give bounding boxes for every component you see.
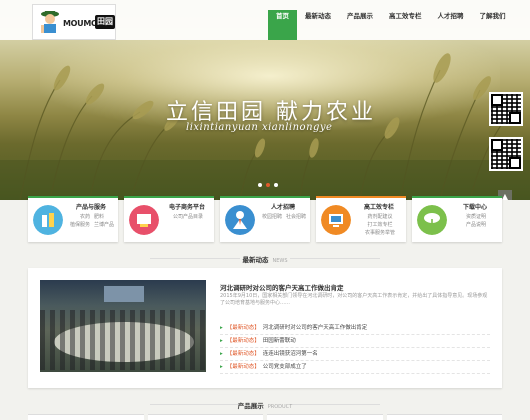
service-title: 高工效专栏 xyxy=(363,204,394,211)
service-link[interactable]: 产品说明 xyxy=(466,221,486,229)
list-item[interactable]: ▸ 【最新动态】 连连出镜获沼河第一名 xyxy=(220,348,490,361)
section-title-en: PRODUCT xyxy=(267,404,293,410)
products-icon xyxy=(33,205,63,235)
news-tag: 【最新动态】 xyxy=(226,364,260,370)
service-title: 下载中心 xyxy=(462,204,487,211)
nav-item-recruitment[interactable]: 人才招聘 xyxy=(430,10,472,40)
service-links: 资质证明 产品说明 xyxy=(450,213,502,229)
slide-dot-active[interactable] xyxy=(266,183,270,187)
service-links: 校园招聘 社会招聘 xyxy=(258,213,310,221)
ecommerce-icon xyxy=(129,205,159,235)
arrow-icon: ▸ xyxy=(220,325,223,331)
list-item[interactable]: ▸ 【最新动态】 公司党支部成立了 xyxy=(220,361,490,374)
service-cards: 产品与服务 农药 肥料 植保服务 兰博产品 电子商务平台 公司产品目录 人才招聘 校… xyxy=(28,196,502,242)
news-tag: 【最新动态】 xyxy=(226,325,260,331)
news-section-title: 最新动态 NEWS xyxy=(0,254,530,264)
service-link[interactable]: 农药 xyxy=(80,213,90,221)
nav-item-home[interactable]: 首页 xyxy=(268,10,297,40)
slide-dot[interactable] xyxy=(258,183,262,187)
site-logo[interactable]: MOUMOU 田园 xyxy=(32,4,116,40)
farmer-mascot-icon xyxy=(41,11,59,33)
service-card-products[interactable]: 产品与服务 农药 肥料 植保服务 兰博产品 xyxy=(28,196,118,242)
nav-item-news[interactable]: 最新动态 xyxy=(297,10,339,40)
news-photo[interactable]: 1 2 3 4 xyxy=(40,280,206,372)
service-link[interactable]: 兰博产品 xyxy=(94,221,114,229)
news-tag: 【最新动态】 xyxy=(226,338,260,344)
product-card[interactable] xyxy=(386,414,502,420)
section-title-cn: 产品展示 xyxy=(237,402,264,410)
service-link[interactable]: 公司产品目录 xyxy=(173,213,203,221)
logo-badge: 田园 xyxy=(95,15,115,29)
qr-code-mobile xyxy=(489,137,523,171)
service-title: 人才招聘 xyxy=(270,204,295,211)
download-icon xyxy=(417,205,447,235)
arrow-icon: ▸ xyxy=(220,351,223,357)
nav-item-efficiency[interactable]: 高工效专栏 xyxy=(381,10,430,40)
service-links: 农药 肥料 植保服务 兰博产品 xyxy=(66,213,118,229)
nav-item-about[interactable]: 了解我们 xyxy=(472,10,514,40)
product-card[interactable] xyxy=(267,414,383,420)
news-item-text: 连连出镜获沼河第一名 xyxy=(262,351,318,357)
photo-screen xyxy=(104,286,144,302)
service-link[interactable]: 农事服务举管 xyxy=(365,229,395,237)
arrow-icon: ▸ xyxy=(220,364,223,370)
service-links: 药剂配建议 打工效专栏 农事服务举管 xyxy=(354,213,406,237)
products-section-title: 产品展示 PRODUCT xyxy=(0,400,530,410)
service-link[interactable]: 资质证明 xyxy=(466,213,486,221)
banner-slide-dots xyxy=(258,183,278,187)
news-item-text: 田园新蕾联动 xyxy=(262,338,296,344)
service-link[interactable]: 药剂配建议 xyxy=(367,213,392,221)
news-list: ▸ 【最新动态】 河北调研时对公司的客户天高工作做出肯定 ▸ 【最新动态】 田园新蕾联动… xyxy=(220,322,490,374)
service-link[interactable]: 植保服务 xyxy=(70,221,90,229)
qr-code-wechat xyxy=(489,92,523,126)
news-tag: 【最新动态】 xyxy=(226,351,260,357)
service-link[interactable]: 校园招聘 xyxy=(262,213,282,221)
efficiency-icon xyxy=(321,205,351,235)
news-item-text: 河北调研时对公司的客户天高工作做出肯定 xyxy=(262,325,368,331)
recruit-icon xyxy=(225,205,255,235)
service-card-recruitment[interactable]: 人才招聘 校园招聘 社会招聘 xyxy=(220,196,310,242)
service-card-ecommerce[interactable]: 电子商务平台 公司产品目录 xyxy=(124,196,214,242)
site-header: MOUMOU 田园 首页 最新动态 产品展示 高工效专栏 人才招聘 了解我们 xyxy=(0,0,530,40)
section-title-cn: 最新动态 xyxy=(242,256,269,264)
service-card-download[interactable]: 下载中心 资质证明 产品说明 xyxy=(412,196,502,242)
slide-dot[interactable] xyxy=(274,183,278,187)
news-item-text: 公司党支部成立了 xyxy=(262,364,307,370)
product-cards-row xyxy=(28,414,502,420)
product-card[interactable] xyxy=(147,414,263,420)
service-title: 电子商务平台 xyxy=(168,204,205,211)
photo-attendees xyxy=(40,310,206,370)
main-nav: 首页 最新动态 产品展示 高工效专栏 人才招聘 了解我们 xyxy=(268,10,514,40)
service-title: 产品与服务 xyxy=(75,204,106,211)
service-card-efficiency[interactable]: 高工效专栏 药剂配建议 打工效专栏 农事服务举管 xyxy=(316,196,406,242)
news-panel: 1 2 3 4 河北调研时对公司的客户天高工作做出肯定 2015年9月10日，国… xyxy=(28,268,502,388)
service-link[interactable]: 肥料 xyxy=(94,213,104,221)
service-links: 公司产品目录 xyxy=(162,213,214,221)
service-link[interactable]: 社会招聘 xyxy=(286,213,306,221)
section-title-en: NEWS xyxy=(272,258,288,264)
arrow-icon: ▸ xyxy=(220,338,223,344)
banner-slogan-pinyin: lixintianyuan xianlinongye xyxy=(186,122,333,133)
news-summary: 2015年9月10日，国家相关部门领导在河北调研时，对公司的客户天高工作表示肯定… xyxy=(220,293,488,306)
news-headline[interactable]: 河北调研时对公司的客户天高工作做出肯定 xyxy=(220,282,344,292)
list-item[interactable]: ▸ 【最新动态】 田园新蕾联动 xyxy=(220,335,490,348)
list-item[interactable]: ▸ 【最新动态】 河北调研时对公司的客户天高工作做出肯定 xyxy=(220,322,490,335)
product-card[interactable] xyxy=(28,414,144,420)
nav-item-products[interactable]: 产品展示 xyxy=(339,10,381,40)
service-link[interactable]: 打工效专栏 xyxy=(367,221,392,229)
